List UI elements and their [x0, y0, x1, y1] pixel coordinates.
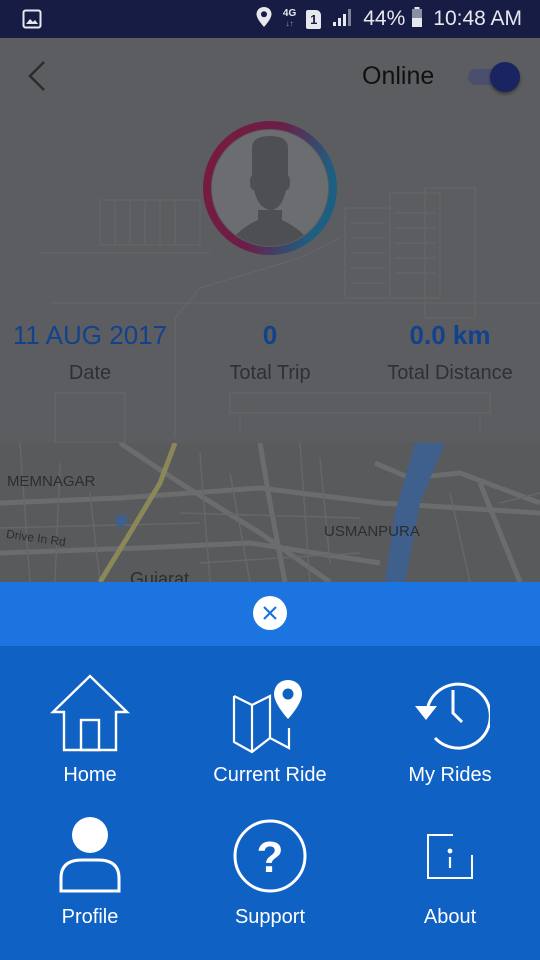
menu-sheet-header	[0, 582, 540, 646]
map-pin-icon	[232, 680, 302, 754]
menu-item-profile-label: Profile	[61, 906, 119, 928]
location-icon	[255, 6, 273, 33]
total-trip-value: 0	[262, 320, 278, 350]
back-button[interactable]	[22, 56, 54, 96]
stat-date: 11 AUG 2017 Date	[0, 320, 180, 385]
menu-item-support[interactable]: ? Support	[180, 806, 360, 956]
menu-item-my-rides-label: My Rides	[408, 764, 492, 786]
close-icon	[263, 606, 277, 620]
clock: 10:48 AM	[433, 7, 522, 30]
status-bar: 4G ↓↑ 1 44% 10:48 AM	[0, 0, 540, 38]
menu-item-my-rides[interactable]: My Rides	[360, 666, 540, 816]
menu-item-support-label: Support	[234, 906, 306, 928]
close-menu-button[interactable]	[253, 596, 287, 630]
date-value: 11 AUG 2017	[12, 320, 168, 350]
battery-icon	[411, 6, 423, 33]
map-label-gujarat: Gujarat	[130, 569, 190, 582]
date-label: Date	[68, 362, 112, 384]
total-distance-value: 0.0 km	[409, 320, 491, 350]
total-distance-label: Total Distance	[387, 362, 513, 384]
dashboard-header-area: Online 11 AUG 2017 Date 0 Total Trip 0.0…	[0, 38, 540, 444]
gallery-icon	[22, 9, 42, 34]
menu-item-about[interactable]: About	[360, 806, 540, 956]
map-label-memnagar: MEMNAGAR	[7, 473, 96, 490]
toggle-knob	[490, 62, 520, 92]
online-toggle[interactable]	[468, 62, 520, 92]
help-circle-icon: ?	[233, 819, 307, 893]
info-icon	[427, 834, 473, 879]
online-status-label: Online	[362, 62, 435, 90]
history-icon	[415, 682, 490, 750]
home-icon	[50, 674, 130, 752]
map-roads	[0, 443, 540, 582]
menu-item-about-label: About	[423, 906, 477, 928]
person-silhouette-icon	[203, 121, 337, 255]
map-label-usmanpura: USMANPURA	[324, 523, 420, 540]
avatar[interactable]	[200, 118, 340, 258]
stat-total-distance: 0.0 km Total Distance	[360, 320, 540, 385]
menu-item-home-label: Home	[63, 764, 117, 786]
svg-text:?: ?	[257, 833, 284, 882]
menu-item-profile[interactable]: Profile	[0, 806, 180, 956]
dashboard-page: Online 11 AUG 2017 Date 0 Total Trip 0.0…	[0, 38, 540, 582]
sim-icon: 1	[306, 9, 322, 29]
battery-percent: 44%	[363, 7, 406, 30]
menu-item-current-ride[interactable]: Current Ride	[180, 666, 360, 816]
map-view[interactable]: MEMNAGAR Drive In Rd USMANPURA Gujarat	[0, 443, 540, 582]
chevron-left-icon	[28, 61, 45, 91]
total-trip-label: Total Trip	[229, 362, 311, 384]
4g-icon: 4G ↓↑	[282, 8, 297, 29]
menu-sheet: Home Current Ride My Rides Profile ? Sup…	[0, 646, 540, 960]
signal-icon	[331, 7, 353, 32]
menu-item-home[interactable]: Home	[0, 666, 180, 816]
menu-item-current-ride-label: Current Ride	[213, 764, 327, 786]
person-icon	[59, 817, 121, 893]
stat-total-trip: 0 Total Trip	[180, 320, 360, 385]
